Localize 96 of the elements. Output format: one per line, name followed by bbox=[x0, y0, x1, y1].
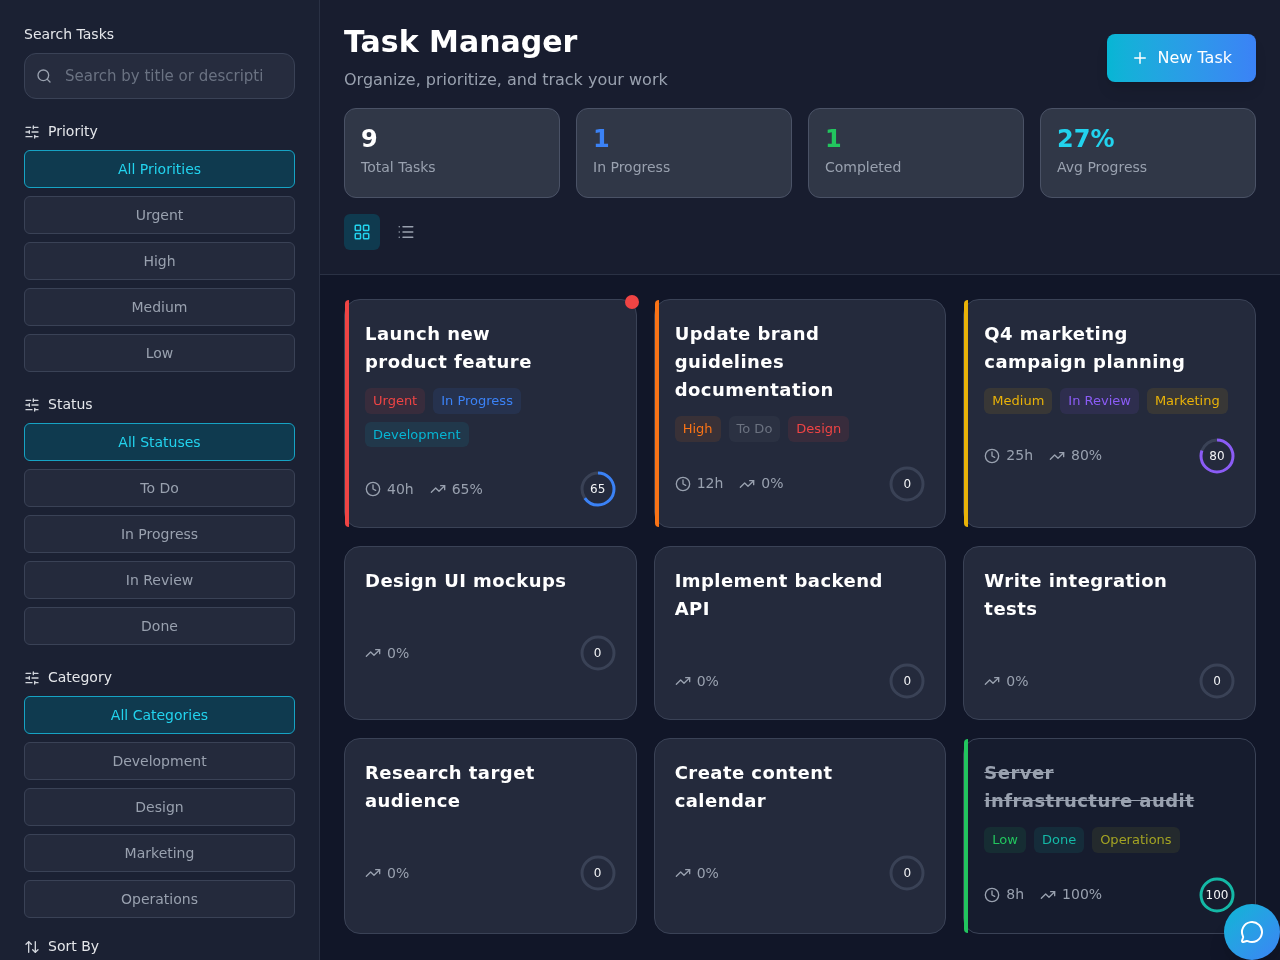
task-card[interactable]: Q4 marketing campaign planning Medium In Review Marketing 25h 80% 80 bbox=[963, 299, 1256, 528]
chat-button[interactable] bbox=[1224, 904, 1280, 960]
tag: Marketing bbox=[1146, 388, 1228, 414]
task-card[interactable]: Create content calendar 0% 0 bbox=[653, 738, 947, 934]
stat-label: Total Tasks bbox=[361, 158, 437, 177]
clock-icon bbox=[365, 481, 381, 497]
filter-heading: Category bbox=[48, 668, 112, 687]
task-card[interactable]: Implement backend API 0% 0 bbox=[653, 546, 947, 720]
stat-value: 9 bbox=[361, 125, 379, 153]
tag: High bbox=[674, 416, 721, 442]
filter-option[interactable]: To Do bbox=[24, 469, 295, 507]
tag: Low bbox=[984, 827, 1026, 853]
progress-ring: 0 bbox=[1199, 663, 1235, 699]
list-icon bbox=[397, 223, 415, 241]
task-title: Launch new product feature bbox=[365, 322, 533, 374]
progress-percent: 0% bbox=[696, 863, 719, 883]
new-task-button[interactable]: New Task bbox=[1107, 34, 1256, 82]
task-title: Q4 marketing campaign planning bbox=[984, 322, 1187, 374]
progress-percent: 0% bbox=[387, 643, 410, 663]
task-title: Create content calendar bbox=[674, 761, 834, 813]
stat-label: Avg Progress bbox=[1057, 158, 1149, 177]
progress-ring: 0 bbox=[889, 855, 926, 891]
filter-option[interactable]: Development bbox=[24, 742, 295, 780]
progress-percent: 0% bbox=[696, 671, 719, 691]
filter-option[interactable]: Medium bbox=[24, 288, 295, 326]
task-title: Write integration tests bbox=[984, 569, 1169, 621]
filter-option[interactable]: Operations bbox=[24, 880, 295, 918]
progress-ring: 0 bbox=[889, 465, 926, 502]
sort-icon bbox=[24, 938, 40, 955]
tag: Design bbox=[788, 416, 850, 442]
sort-heading: Sort By bbox=[48, 937, 100, 956]
filter-option[interactable]: Low bbox=[24, 334, 295, 372]
stat-label: In Progress bbox=[593, 158, 672, 177]
filter-heading: Status bbox=[48, 395, 93, 414]
progress-ring: 100 bbox=[1199, 876, 1235, 913]
hours-estimate: 40h bbox=[387, 479, 414, 499]
task-title: Design UI mockups bbox=[365, 569, 568, 593]
filter-icon bbox=[24, 123, 40, 140]
task-title: Research target audience bbox=[365, 761, 536, 813]
stat-label: Completed bbox=[825, 158, 903, 177]
filter-icon bbox=[24, 669, 40, 686]
progress-percent: 100% bbox=[1062, 885, 1103, 904]
task-title: Server infrastructure audit bbox=[984, 761, 1196, 813]
tag: Urgent bbox=[365, 388, 426, 414]
filter-icon bbox=[24, 396, 40, 413]
filter-option[interactable]: All Categories bbox=[24, 696, 295, 734]
filter-option[interactable]: In Review bbox=[24, 561, 295, 599]
search-label: Search Tasks bbox=[24, 25, 116, 44]
clock-icon bbox=[674, 475, 691, 492]
page-subtitle: Organize, prioritize, and track your work bbox=[344, 69, 668, 91]
task-card[interactable]: Research target audience 0% 0 bbox=[344, 738, 637, 934]
grid-icon bbox=[353, 223, 371, 241]
task-card[interactable]: Server infrastructure audit Low Done Operations 8h 100% 100 bbox=[963, 738, 1256, 934]
filter-heading: Priority bbox=[48, 122, 98, 141]
filter-option[interactable]: All Priorities bbox=[24, 150, 295, 188]
progress-ring: 65 bbox=[579, 471, 616, 507]
progress-ring: 80 bbox=[1199, 437, 1235, 474]
filter-option[interactable]: All Statuses bbox=[24, 423, 295, 461]
search-field[interactable]: Search by title or descripti bbox=[24, 53, 295, 99]
filter-option[interactable]: In Progress bbox=[24, 515, 295, 553]
grid-view-button[interactable] bbox=[344, 214, 380, 250]
task-title: Update brand guidelines documentation bbox=[674, 322, 835, 402]
filter-option[interactable]: Design bbox=[24, 788, 295, 826]
task-card[interactable]: Write integration tests 0% 0 bbox=[963, 546, 1256, 720]
task-card[interactable]: Update brand guidelines documentation High To Do Design 12h 0% 0 bbox=[653, 299, 947, 528]
hours-estimate: 8h bbox=[1006, 885, 1025, 904]
tag: Development bbox=[365, 421, 469, 447]
progress-percent: 65% bbox=[451, 479, 483, 499]
stat-value: 27% bbox=[1057, 125, 1116, 153]
progress-percent: 80% bbox=[1071, 446, 1103, 465]
task-card[interactable]: Design UI mockups 0% 0 bbox=[344, 546, 637, 720]
clock-icon bbox=[984, 886, 1001, 903]
filter-option[interactable]: Done bbox=[24, 607, 295, 645]
progress-ring: 0 bbox=[579, 855, 616, 891]
progress-ring: 0 bbox=[579, 635, 616, 671]
stat-value: 1 bbox=[825, 125, 843, 153]
filter-option[interactable]: Marketing bbox=[24, 834, 295, 872]
tag: Operations bbox=[1092, 827, 1180, 853]
filter-option[interactable]: High bbox=[24, 242, 295, 280]
hours-estimate: 12h bbox=[696, 474, 724, 493]
progress-percent: 0% bbox=[761, 474, 784, 493]
tag: Medium bbox=[984, 388, 1053, 414]
task-title: Implement backend API bbox=[674, 569, 884, 621]
hours-estimate: 25h bbox=[1006, 446, 1033, 465]
tag: In Progress bbox=[433, 388, 521, 414]
stat-value: 1 bbox=[593, 125, 611, 153]
page-title: Task Manager bbox=[344, 24, 579, 60]
clock-icon bbox=[984, 447, 1001, 464]
chat-icon bbox=[1240, 920, 1264, 944]
progress-percent: 0% bbox=[387, 863, 410, 883]
progress-ring: 0 bbox=[889, 663, 926, 699]
filter-option[interactable]: Urgent bbox=[24, 196, 295, 234]
tag: In Review bbox=[1060, 388, 1139, 414]
tag: Done bbox=[1033, 827, 1085, 853]
tag: To Do bbox=[728, 416, 781, 442]
progress-percent: 0% bbox=[1006, 671, 1029, 691]
